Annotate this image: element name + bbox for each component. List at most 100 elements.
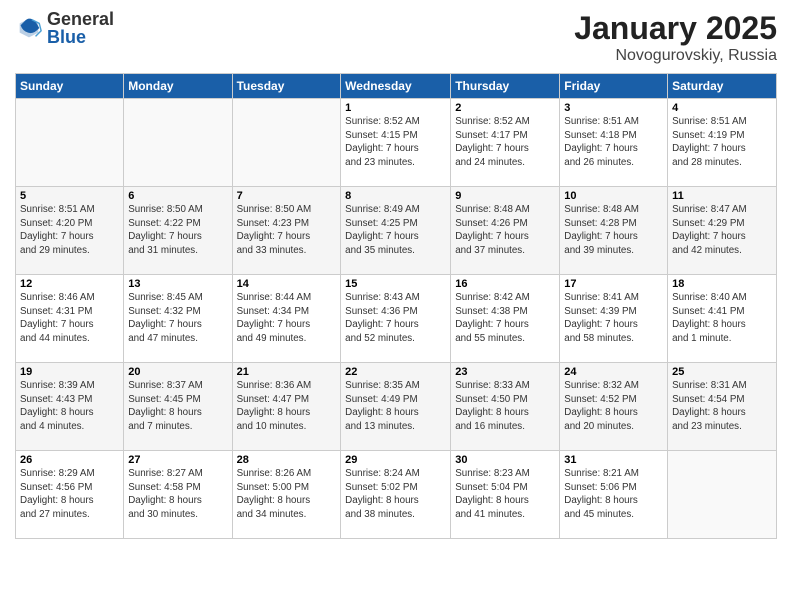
day-detail: Sunrise: 8:51 AM Sunset: 4:18 PM Dayligh… bbox=[564, 116, 639, 168]
day-number: 30 bbox=[455, 454, 555, 466]
day-detail: Sunrise: 8:47 AM Sunset: 4:29 PM Dayligh… bbox=[672, 204, 747, 256]
day-detail: Sunrise: 8:50 AM Sunset: 4:22 PM Dayligh… bbox=[128, 204, 203, 256]
calendar-body: 1Sunrise: 8:52 AM Sunset: 4:15 PM Daylig… bbox=[16, 99, 777, 539]
day-cell: 12Sunrise: 8:46 AM Sunset: 4:31 PM Dayli… bbox=[16, 275, 124, 363]
col-sunday: Sunday bbox=[16, 74, 124, 99]
week-row-2: 12Sunrise: 8:46 AM Sunset: 4:31 PM Dayli… bbox=[16, 275, 777, 363]
logo-icon bbox=[15, 14, 43, 42]
day-number: 6 bbox=[128, 190, 227, 202]
day-detail: Sunrise: 8:23 AM Sunset: 5:04 PM Dayligh… bbox=[455, 468, 530, 520]
day-number: 17 bbox=[564, 278, 663, 290]
day-cell: 8 Sunrise: 8:49 AM Sunset: 4:25 PM Daylig… bbox=[341, 187, 451, 275]
location-title: Novogurovskiy, Russia bbox=[574, 47, 777, 65]
day-number: 16 bbox=[455, 278, 555, 290]
day-detail: Sunrise: 8:35 AM Sunset: 4:49 PM Dayligh… bbox=[345, 380, 420, 432]
day-cell: 9Sunrise: 8:48 AM Sunset: 4:26 PM Daylig… bbox=[451, 187, 560, 275]
day-detail: Sunrise: 8:33 AM Sunset: 4:50 PM Dayligh… bbox=[455, 380, 530, 432]
day-number: 5 bbox=[20, 190, 119, 202]
logo-general-text: General bbox=[47, 10, 114, 28]
day-cell: 15 Sunrise: 8:43 AM Sunset: 4:36 PM Dayli… bbox=[341, 275, 451, 363]
day-cell: 2Sunrise: 8:52 AM Sunset: 4:17 PM Daylig… bbox=[451, 99, 560, 187]
day-number: 28 bbox=[237, 454, 337, 466]
day-number: 13 bbox=[128, 278, 227, 290]
day-number: 26 bbox=[20, 454, 119, 466]
day-number: 23 bbox=[455, 366, 555, 378]
col-wednesday: Wednesday bbox=[341, 74, 451, 99]
day-cell: 17 Sunrise: 8:41 AM Sunset: 4:39 PM Dayli… bbox=[560, 275, 668, 363]
week-row-1: 5Sunrise: 8:51 AM Sunset: 4:20 PM Daylig… bbox=[16, 187, 777, 275]
day-cell: 20 Sunrise: 8:37 AM Sunset: 4:45 PM Dayli… bbox=[124, 363, 232, 451]
month-title: January 2025 bbox=[574, 10, 777, 47]
day-detail: Sunrise: 8:51 AM Sunset: 4:19 PM Dayligh… bbox=[672, 116, 747, 168]
day-cell: 19Sunrise: 8:39 AM Sunset: 4:43 PM Dayli… bbox=[16, 363, 124, 451]
day-detail: Sunrise: 8:21 AM Sunset: 5:06 PM Dayligh… bbox=[564, 468, 639, 520]
day-detail: Sunrise: 8:26 AM Sunset: 5:00 PM Dayligh… bbox=[237, 468, 312, 520]
day-cell bbox=[668, 451, 777, 539]
day-cell: 26 Sunrise: 8:29 AM Sunset: 4:56 PM Dayli… bbox=[16, 451, 124, 539]
day-number: 2 bbox=[455, 102, 555, 114]
day-detail: Sunrise: 8:48 AM Sunset: 4:28 PM Dayligh… bbox=[564, 204, 639, 256]
day-number: 18 bbox=[672, 278, 772, 290]
day-number: 25 bbox=[672, 366, 772, 378]
day-detail: Sunrise: 8:49 AM Sunset: 4:25 PM Dayligh… bbox=[345, 204, 420, 256]
day-detail: Sunrise: 8:41 AM Sunset: 4:39 PM Dayligh… bbox=[564, 292, 639, 344]
day-number: 9 bbox=[455, 190, 555, 202]
day-cell: 27 Sunrise: 8:27 AM Sunset: 4:58 PM Dayli… bbox=[124, 451, 232, 539]
day-detail: Sunrise: 8:46 AM Sunset: 4:31 PM Dayligh… bbox=[20, 292, 95, 344]
header: General Blue January 2025 Novogurovskiy,… bbox=[15, 10, 777, 65]
day-cell: 29 Sunrise: 8:24 AM Sunset: 5:02 PM Dayli… bbox=[341, 451, 451, 539]
day-number: 3 bbox=[564, 102, 663, 114]
day-number: 14 bbox=[237, 278, 337, 290]
logo-text: General Blue bbox=[47, 10, 114, 46]
day-cell bbox=[16, 99, 124, 187]
week-row-3: 19Sunrise: 8:39 AM Sunset: 4:43 PM Dayli… bbox=[16, 363, 777, 451]
day-number: 29 bbox=[345, 454, 446, 466]
day-number: 15 bbox=[345, 278, 446, 290]
day-detail: Sunrise: 8:43 AM Sunset: 4:36 PM Dayligh… bbox=[345, 292, 420, 344]
day-cell: 21 Sunrise: 8:36 AM Sunset: 4:47 PM Dayli… bbox=[232, 363, 341, 451]
day-cell: 28 Sunrise: 8:26 AM Sunset: 5:00 PM Dayli… bbox=[232, 451, 341, 539]
day-number: 27 bbox=[128, 454, 227, 466]
day-cell: 13 Sunrise: 8:45 AM Sunset: 4:32 PM Dayli… bbox=[124, 275, 232, 363]
day-cell: 7 Sunrise: 8:50 AM Sunset: 4:23 PM Daylig… bbox=[232, 187, 341, 275]
day-cell: 11Sunrise: 8:47 AM Sunset: 4:29 PM Dayli… bbox=[668, 187, 777, 275]
day-cell: 5Sunrise: 8:51 AM Sunset: 4:20 PM Daylig… bbox=[16, 187, 124, 275]
day-detail: Sunrise: 8:39 AM Sunset: 4:43 PM Dayligh… bbox=[20, 380, 95, 432]
calendar-table: Sunday Monday Tuesday Wednesday Thursday… bbox=[15, 73, 777, 539]
day-cell: 25 Sunrise: 8:31 AM Sunset: 4:54 PM Dayli… bbox=[668, 363, 777, 451]
day-detail: Sunrise: 8:45 AM Sunset: 4:32 PM Dayligh… bbox=[128, 292, 203, 344]
day-number: 7 bbox=[237, 190, 337, 202]
day-cell: 31Sunrise: 8:21 AM Sunset: 5:06 PM Dayli… bbox=[560, 451, 668, 539]
col-monday: Monday bbox=[124, 74, 232, 99]
day-detail: Sunrise: 8:31 AM Sunset: 4:54 PM Dayligh… bbox=[672, 380, 747, 432]
day-cell bbox=[232, 99, 341, 187]
day-number: 1 bbox=[345, 102, 446, 114]
day-number: 20 bbox=[128, 366, 227, 378]
day-number: 22 bbox=[345, 366, 446, 378]
day-cell: 22 Sunrise: 8:35 AM Sunset: 4:49 PM Dayli… bbox=[341, 363, 451, 451]
logo: General Blue bbox=[15, 10, 114, 46]
day-number: 4 bbox=[672, 102, 772, 114]
day-number: 8 bbox=[345, 190, 446, 202]
day-number: 21 bbox=[237, 366, 337, 378]
day-cell: 16Sunrise: 8:42 AM Sunset: 4:38 PM Dayli… bbox=[451, 275, 560, 363]
day-detail: Sunrise: 8:50 AM Sunset: 4:23 PM Dayligh… bbox=[237, 204, 312, 256]
day-cell: 1Sunrise: 8:52 AM Sunset: 4:15 PM Daylig… bbox=[341, 99, 451, 187]
day-detail: Sunrise: 8:40 AM Sunset: 4:41 PM Dayligh… bbox=[672, 292, 747, 344]
day-cell: 10 Sunrise: 8:48 AM Sunset: 4:28 PM Dayli… bbox=[560, 187, 668, 275]
day-detail: Sunrise: 8:36 AM Sunset: 4:47 PM Dayligh… bbox=[237, 380, 312, 432]
day-number: 10 bbox=[564, 190, 663, 202]
day-cell bbox=[124, 99, 232, 187]
day-detail: Sunrise: 8:29 AM Sunset: 4:56 PM Dayligh… bbox=[20, 468, 95, 520]
day-detail: Sunrise: 8:37 AM Sunset: 4:45 PM Dayligh… bbox=[128, 380, 203, 432]
day-cell: 18 Sunrise: 8:40 AM Sunset: 4:41 PM Dayli… bbox=[668, 275, 777, 363]
day-cell: 6 Sunrise: 8:50 AM Sunset: 4:22 PM Daylig… bbox=[124, 187, 232, 275]
day-cell: 3 Sunrise: 8:51 AM Sunset: 4:18 PM Daylig… bbox=[560, 99, 668, 187]
day-detail: Sunrise: 8:32 AM Sunset: 4:52 PM Dayligh… bbox=[564, 380, 639, 432]
header-row: Sunday Monday Tuesday Wednesday Thursday… bbox=[16, 74, 777, 99]
week-row-4: 26 Sunrise: 8:29 AM Sunset: 4:56 PM Dayli… bbox=[16, 451, 777, 539]
day-detail: Sunrise: 8:24 AM Sunset: 5:02 PM Dayligh… bbox=[345, 468, 420, 520]
day-cell: 14Sunrise: 8:44 AM Sunset: 4:34 PM Dayli… bbox=[232, 275, 341, 363]
calendar-page: General Blue January 2025 Novogurovskiy,… bbox=[0, 0, 792, 612]
day-detail: Sunrise: 8:27 AM Sunset: 4:58 PM Dayligh… bbox=[128, 468, 203, 520]
